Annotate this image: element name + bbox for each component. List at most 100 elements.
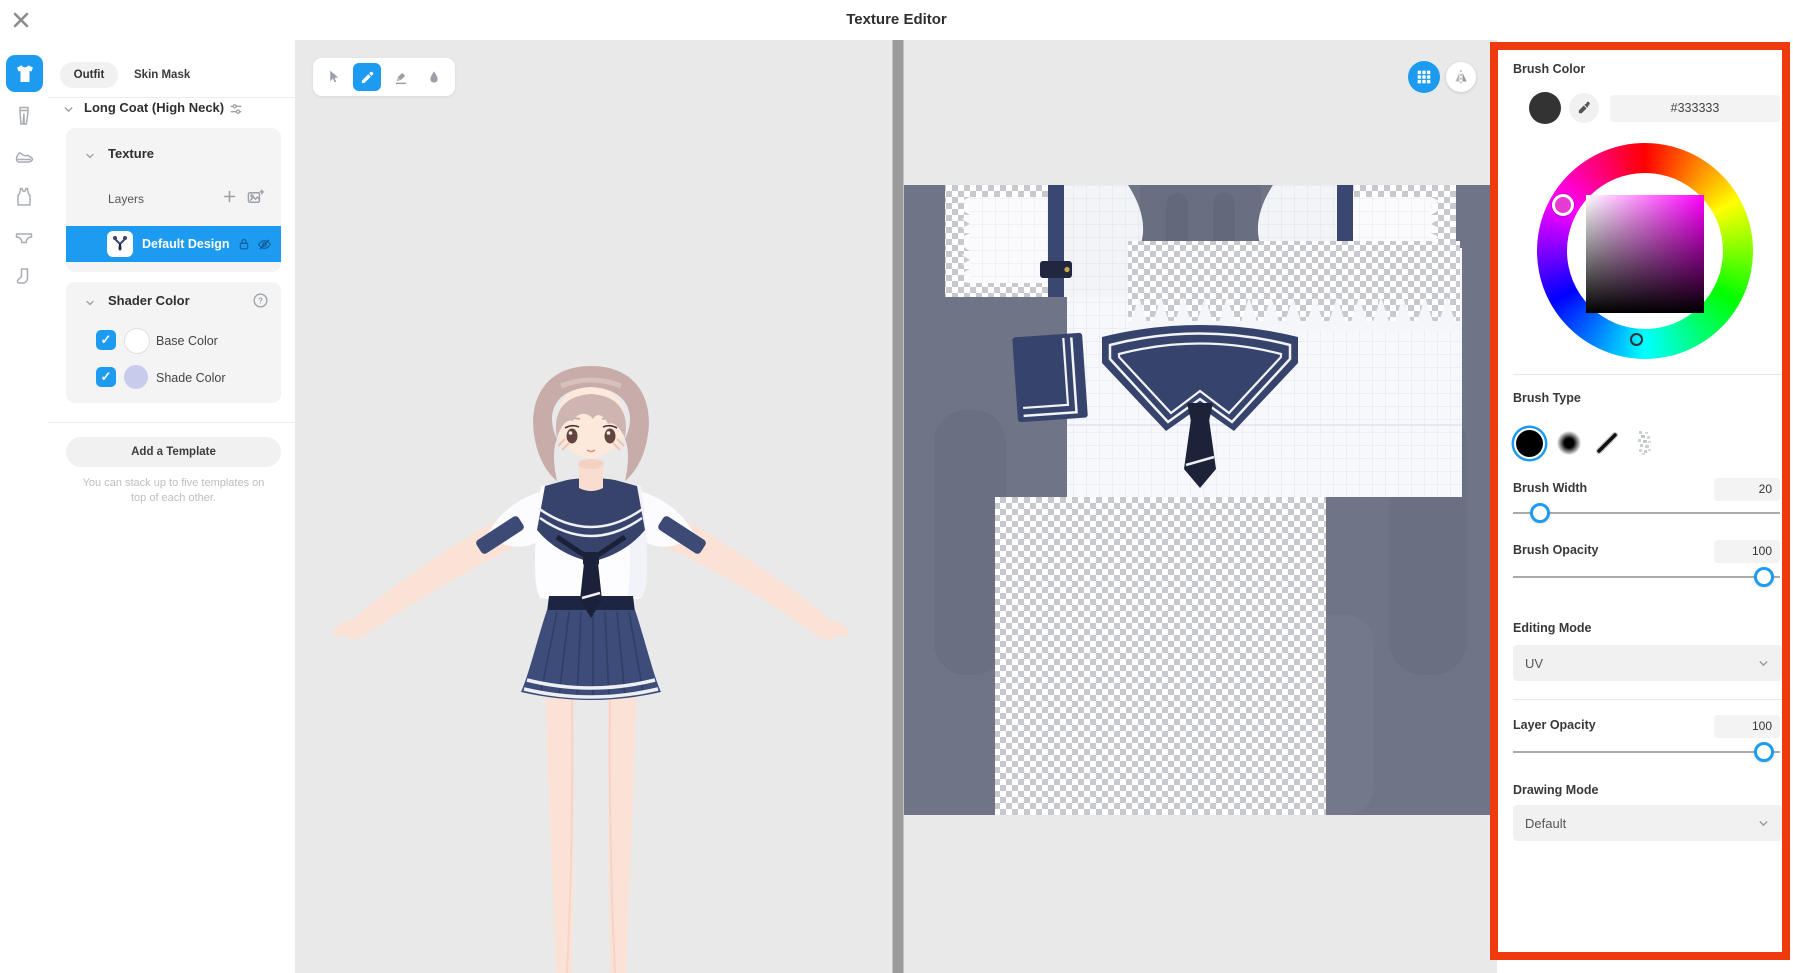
brush-type-soft[interactable] xyxy=(1552,426,1586,460)
brush-color-hex-input[interactable]: #333333 xyxy=(1610,95,1780,122)
texture-brush-icon xyxy=(1634,430,1656,456)
shader-color-card: Shader Color ? Base Color Shade Color xyxy=(66,282,281,403)
category-toolbar xyxy=(0,40,49,973)
eye-off-icon[interactable] xyxy=(256,236,273,253)
item-selector[interactable]: Long Coat (High Neck) xyxy=(84,99,224,117)
color-wheel[interactable] xyxy=(1537,143,1753,359)
model-viewport[interactable] xyxy=(295,40,892,973)
brush-tool-button[interactable] xyxy=(353,63,381,91)
category-inner-bottom-button[interactable] xyxy=(12,226,36,250)
brush-width-value[interactable]: 20 xyxy=(1714,478,1780,501)
brush-color-title: Brush Color xyxy=(1513,62,1585,76)
marker-tool-button[interactable] xyxy=(387,63,415,91)
help-icon[interactable]: ? xyxy=(252,292,269,309)
category-legwear-button[interactable] xyxy=(12,265,36,289)
slider-track[interactable] xyxy=(1513,576,1780,578)
saturation-value-square[interactable] xyxy=(1586,195,1704,313)
brush-type-texture[interactable] xyxy=(1628,426,1662,460)
editing-mode-select[interactable]: UV xyxy=(1513,645,1782,681)
viewport-toolbar xyxy=(313,58,455,96)
layer-name: Default Design xyxy=(142,237,236,251)
layers-label: Layers xyxy=(108,192,144,206)
base-color-label: Base Color xyxy=(156,334,218,348)
mirror-icon xyxy=(1452,68,1470,86)
brush-opacity-slider[interactable] xyxy=(1513,567,1780,587)
layer-opacity-value[interactable]: 100 xyxy=(1714,715,1780,738)
hue-knob[interactable] xyxy=(1552,194,1574,216)
import-image-icon[interactable] xyxy=(246,188,265,207)
pants-icon xyxy=(12,104,36,128)
base-color-swatch[interactable] xyxy=(124,328,150,354)
chevron-down-icon[interactable] xyxy=(62,103,75,116)
sock-icon xyxy=(12,265,36,289)
add-template-button[interactable]: Add a Template xyxy=(66,437,281,467)
shirt-icon xyxy=(13,62,37,86)
drawing-mode-select[interactable]: Default xyxy=(1513,805,1782,841)
saturation-value-knob[interactable] xyxy=(1630,333,1643,346)
stroke-brush-icon xyxy=(1594,430,1620,456)
cursor-icon xyxy=(325,68,343,86)
slider-thumb[interactable] xyxy=(1754,742,1774,762)
item-settings-icon[interactable] xyxy=(228,101,244,117)
layer-opacity-label: Layer Opacity xyxy=(1513,718,1596,732)
soft-brush-icon xyxy=(1557,431,1581,455)
tab-skin-mask[interactable]: Skin Mask xyxy=(134,62,190,88)
brush-color-swatch[interactable] xyxy=(1529,92,1561,124)
uv-grid-toggle-button[interactable] xyxy=(1408,61,1440,93)
texture-editor-window: Texture Editor Outfit Skin Mask xyxy=(0,0,1793,973)
layer-row[interactable]: Default Design xyxy=(66,226,281,262)
lock-icon[interactable] xyxy=(236,236,252,252)
shader-card-title: Shader Color xyxy=(108,293,190,308)
eyedropper-icon xyxy=(1576,100,1592,116)
window-title: Texture Editor xyxy=(0,0,1793,40)
chevron-down-icon xyxy=(1757,817,1770,830)
tabs-divider xyxy=(48,97,295,98)
slider-track[interactable] xyxy=(1513,512,1780,514)
category-bottoms-button[interactable] xyxy=(12,104,36,128)
shade-color-checkbox[interactable] xyxy=(96,367,116,387)
section-divider xyxy=(1513,699,1782,700)
uv-texture-map[interactable] xyxy=(904,185,1497,815)
chevron-down-icon xyxy=(1757,657,1770,670)
editing-mode-label: Editing Mode xyxy=(1513,621,1591,635)
drawing-mode-value: Default xyxy=(1525,816,1566,831)
drawing-mode-label: Drawing Mode xyxy=(1513,783,1598,797)
viewport-splitter[interactable] xyxy=(892,40,904,973)
add-layer-button[interactable] xyxy=(221,188,238,205)
base-color-checkbox[interactable] xyxy=(96,330,116,350)
round-brush-icon xyxy=(1516,430,1543,457)
brush-opacity-label: Brush Opacity xyxy=(1513,543,1598,557)
shade-color-swatch[interactable] xyxy=(124,365,148,389)
tank-top-icon xyxy=(12,185,36,209)
eyedropper-button[interactable] xyxy=(1569,93,1599,123)
category-tops-button[interactable] xyxy=(6,55,43,92)
fill-drop-icon xyxy=(426,69,442,85)
category-shoes-button[interactable] xyxy=(12,144,36,168)
category-inner-top-button[interactable] xyxy=(12,185,36,209)
brush-type-round[interactable] xyxy=(1512,426,1546,460)
slider-track[interactable] xyxy=(1513,751,1780,753)
shade-color-label: Shade Color xyxy=(156,371,226,385)
select-tool-button[interactable] xyxy=(320,63,348,91)
fill-tool-button[interactable] xyxy=(420,63,448,91)
template-hint: You can stack up to five templates on to… xyxy=(56,476,291,506)
texture-card-title: Texture xyxy=(108,146,154,161)
texture-card: Texture Layers Default Design xyxy=(66,128,281,272)
marker-icon xyxy=(392,68,410,86)
uv-symmetry-button[interactable] xyxy=(1446,62,1476,92)
close-icon[interactable] xyxy=(11,10,31,30)
chevron-down-icon[interactable] xyxy=(84,150,96,162)
layer-opacity-slider[interactable] xyxy=(1513,742,1780,762)
tab-outfit[interactable]: Outfit xyxy=(60,62,118,88)
brush-opacity-value[interactable]: 100 xyxy=(1714,540,1780,563)
slider-thumb[interactable] xyxy=(1530,503,1550,523)
chevron-down-icon[interactable] xyxy=(84,297,96,309)
slider-thumb[interactable] xyxy=(1754,567,1774,587)
grid-icon xyxy=(1415,68,1433,86)
layer-thumbnail xyxy=(106,230,134,258)
brush-type-stroke[interactable] xyxy=(1590,426,1624,460)
brush-icon xyxy=(359,69,376,86)
editing-mode-value: UV xyxy=(1525,656,1543,671)
brush-width-slider[interactable] xyxy=(1513,503,1780,523)
brush-type-title: Brush Type xyxy=(1513,391,1581,405)
